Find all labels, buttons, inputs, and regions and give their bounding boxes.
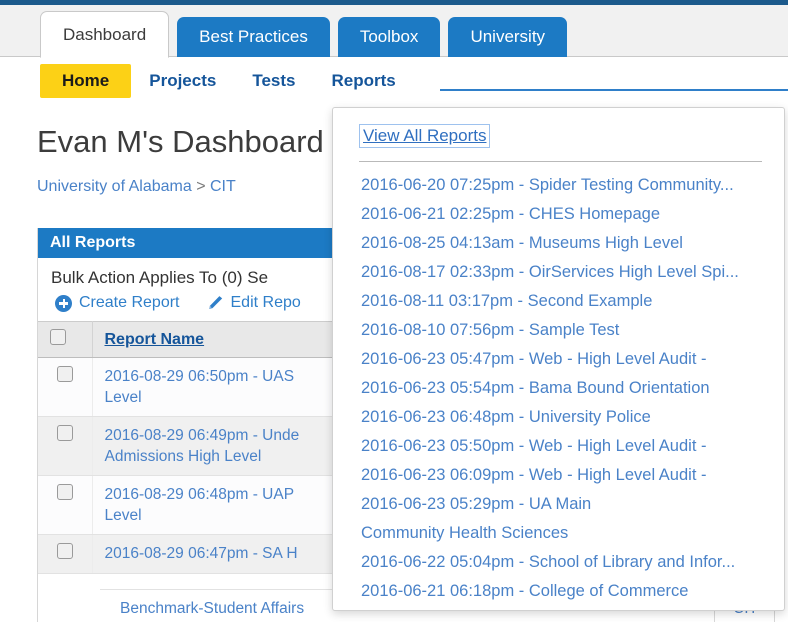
tab-dashboard-label: Dashboard (63, 24, 147, 44)
dropdown-divider (359, 161, 762, 162)
dropdown-item[interactable]: 2016-06-23 05:47pm - Web - High Level Au… (349, 345, 768, 374)
breadcrumb-root-link[interactable]: University of Alabama (37, 178, 192, 195)
nav-item-home-label: Home (62, 71, 110, 90)
plus-circle-icon (55, 294, 72, 312)
select-all-header (38, 321, 93, 358)
panel-header-label: All Reports (50, 234, 136, 251)
dropdown-item[interactable]: 2016-06-23 05:54pm - Bama Bound Orientat… (349, 374, 768, 403)
tab-best-practices-label: Best Practices (199, 27, 308, 46)
dropdown-item[interactable]: 2016-06-23 06:09pm - Web - High Level Au… (349, 461, 768, 490)
breadcrumb-leaf-link[interactable]: CIT (210, 178, 236, 195)
pencil-icon (208, 296, 222, 309)
dropdown-item[interactable]: 2016-06-22 05:04pm - School of Library a… (349, 548, 768, 577)
row-select-cell (38, 475, 93, 535)
row-checkbox[interactable] (56, 366, 73, 382)
report-link-line1[interactable]: 2016-08-29 06:48pm - UAP (105, 486, 295, 503)
product-tabs: Dashboard Best Practices Toolbox Univers… (40, 11, 568, 58)
report-name-sort-link[interactable]: Report Name (105, 331, 205, 348)
row-select-cell (38, 534, 93, 574)
page-title: Evan M's Dashboard (37, 124, 324, 159)
nav-item-reports[interactable]: Reports (313, 64, 413, 98)
dropdown-item[interactable]: 2016-06-21 06:18pm - College of Commerce (349, 577, 768, 606)
create-report-button[interactable]: Create Report (55, 294, 180, 312)
app-root: Dashboard Best Practices Toolbox Univers… (0, 0, 788, 622)
tab-toolbox-label: Toolbox (359, 27, 419, 46)
secondary-nav: Home Projects Tests Reports (0, 58, 788, 104)
tab-university-label: University (470, 27, 546, 46)
row-checkbox[interactable] (56, 484, 73, 500)
dropdown-item[interactable]: 2016-08-10 07:56pm - Sample Test (349, 316, 768, 345)
tab-university[interactable]: University (448, 17, 568, 57)
report-link-line1[interactable]: 2016-08-29 06:47pm - SA H (105, 545, 298, 562)
create-report-label: Create Report (79, 294, 180, 311)
report-link-line2[interactable]: Level (105, 389, 142, 406)
report-link-line1[interactable]: 2016-08-29 06:49pm - Unde (105, 427, 300, 444)
nav-divider-rule (440, 89, 788, 91)
edit-report-button[interactable]: Edit Repo (206, 294, 301, 312)
nav-item-projects[interactable]: Projects (131, 64, 234, 98)
report-link-line2[interactable]: Level (105, 507, 142, 524)
dropdown-item[interactable]: 2016-08-11 03:17pm - Second Example (349, 287, 768, 316)
row-select-cell (38, 416, 93, 476)
tab-toolbox[interactable]: Toolbox (337, 17, 441, 57)
dropdown-item[interactable]: 2016-06-21 02:25pm - CHES Homepage (349, 200, 768, 229)
nav-item-tests[interactable]: Tests (234, 64, 313, 98)
dropdown-item[interactable]: 2016-08-17 02:33pm - OirServices High Le… (349, 258, 768, 287)
tab-dashboard[interactable]: Dashboard (40, 11, 170, 58)
report-link-line1[interactable]: 2016-08-29 06:50pm - UAS (105, 368, 295, 385)
select-all-checkbox[interactable] (50, 329, 66, 345)
breadcrumb-separator: > (196, 178, 206, 195)
edit-report-label: Edit Repo (230, 294, 301, 311)
row-checkbox[interactable] (56, 543, 73, 559)
tab-best-practices[interactable]: Best Practices (177, 17, 330, 57)
breadcrumb: University of Alabama > CIT (37, 178, 236, 196)
nav-item-home[interactable]: Home (40, 64, 132, 98)
row-checkbox[interactable] (56, 425, 73, 441)
dropdown-report-list: 2016-06-20 07:25pm - Spider Testing Comm… (349, 171, 768, 606)
nav-item-projects-label: Projects (149, 71, 217, 90)
dropdown-item[interactable]: 2016-06-23 05:50pm - Web - High Level Au… (349, 432, 768, 461)
nav-item-tests-label: Tests (252, 71, 296, 90)
reports-dropdown-menu: View All Reports 2016-06-20 07:25pm - Sp… (332, 107, 785, 611)
view-all-reports-link[interactable]: View All Reports (359, 124, 491, 148)
nav-item-reports-label: Reports (331, 71, 396, 90)
report-link-line2[interactable]: Admissions High Level (105, 448, 262, 465)
row-select-cell (38, 357, 93, 417)
dropdown-item[interactable]: 2016-08-25 04:13am - Museums High Level (349, 229, 768, 258)
dropdown-item[interactable]: 2016-06-23 05:29pm - UA Main (349, 490, 768, 519)
hidden-row-report-name[interactable]: Benchmark-Student Affairs (120, 600, 304, 618)
dropdown-item[interactable]: 2016-06-23 06:48pm - University Police (349, 403, 768, 432)
dropdown-item[interactable]: Community Health Sciences (349, 519, 768, 548)
dropdown-item[interactable]: 2016-06-20 07:25pm - Spider Testing Comm… (349, 171, 768, 200)
